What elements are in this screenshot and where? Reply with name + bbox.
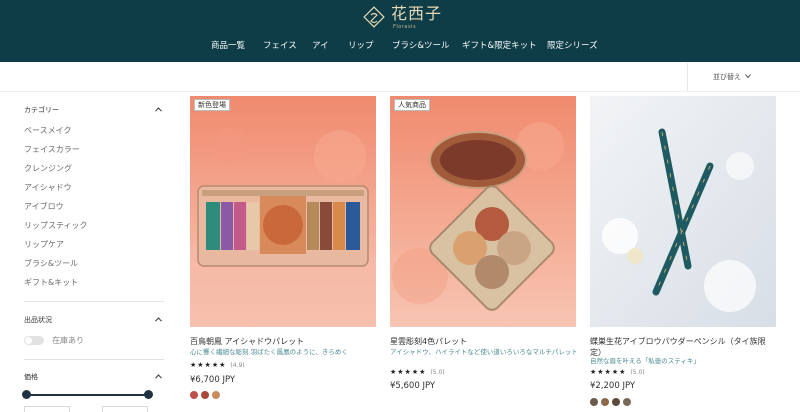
color-swatch[interactable] [601,398,609,406]
product-price: ¥5,600 JPY [390,381,436,391]
category-item-lip-care[interactable]: リップケア [24,240,64,250]
rating-value: (4.9) [230,362,245,369]
divider [0,91,800,92]
color-swatch[interactable] [590,398,598,406]
product-price: ¥2,200 JPY [590,381,636,391]
product-badge: 人気商品 [394,99,430,111]
nav-item-lip[interactable]: リップ [348,40,374,52]
nav-item-brush-tools[interactable]: ブラシ&ツール [392,40,449,52]
nav-item-gift-kits[interactable]: ギフト&限定キット [462,40,537,52]
in-stock-toggle[interactable] [24,336,44,345]
price-min-input[interactable] [24,406,70,412]
product-name[interactable]: 蝶巣生花アイブロウパウダーペンシル（タイ族限定） [590,336,776,358]
product-name[interactable]: 星雲彫刻4色パレット [390,336,576,347]
eyeshadow-palette-image [190,96,376,327]
nav-item-eye[interactable]: アイ [312,40,329,52]
product-rating: ★★★★★ (5.0) [590,368,645,376]
product-price: ¥6,700 JPY [190,375,236,385]
color-swatch[interactable] [201,391,209,399]
product-image[interactable] [590,96,776,327]
category-item-face-color[interactable]: フェイスカラー [24,145,80,155]
product-rating: ★★★★★ (4.9) [190,361,245,369]
sort-dropdown[interactable]: 並び替え [687,63,800,91]
category-item-gift-kits[interactable]: ギフト&キット [24,278,78,288]
divider [24,301,164,302]
nav-item-all-products[interactable]: 商品一覧 [211,40,245,52]
chevron-up-icon[interactable] [155,374,162,379]
category-item-lipstick[interactable]: リップスティック [24,221,88,231]
chevron-up-icon[interactable] [155,317,162,322]
category-item-brush-tools[interactable]: ブラシ&ツール [24,259,78,269]
main-nav: 商品一覧 フェイス アイ リップ ブラシ&ツール ギフト&限定キット 限定シリー… [0,40,800,54]
compact-palette-image [390,96,576,327]
price-min-handle[interactable] [22,390,31,399]
chevron-down-icon [745,74,751,79]
brand-logo[interactable]: 花西子 Florasis [363,4,443,32]
category-filter-title[interactable]: カテゴリー [24,105,59,115]
product-badge: 新色登場 [194,99,230,111]
category-item-cleansing[interactable]: クレンジング [24,164,72,174]
rating-value: (5.0) [630,369,645,376]
color-swatch[interactable] [212,391,220,399]
product-image[interactable]: 人気商品 [390,96,576,327]
price-filter-title[interactable]: 価格 [24,372,38,382]
product-description: アイシャドウ、ハイライトなど使い道いろいろなマルチパレット [390,348,576,356]
product-rating: ★★★★★ (5.0) [390,368,445,376]
brand-sub: Florasis [393,24,417,30]
toggle-knob [25,337,32,344]
product-description: 心に響く繊細な彫刻 羽ばたく鳳凰のように、きらめく [190,348,348,356]
sort-label: 並び替え [713,73,741,81]
divider [24,359,164,360]
product-name[interactable]: 百鳥朝鳳 アイシャドウパレット [190,336,376,347]
color-swatch[interactable] [612,398,620,406]
logo-mark-icon [363,6,385,28]
rating-stars: ★★★★★ [190,361,227,369]
rating-stars: ★★★★★ [590,368,627,376]
color-swatch[interactable] [190,391,198,399]
stock-filter-title[interactable]: 出品状況 [24,315,52,325]
price-max-input[interactable] [102,406,148,412]
site-header: 花西子 Florasis 商品一覧 フェイス アイ リップ ブラシ&ツール ギフ… [0,0,800,62]
category-item-eyeshadow[interactable]: アイシャドウ [24,183,72,193]
eyebrow-pencil-image [590,96,776,327]
chevron-up-icon[interactable] [155,107,162,112]
rating-value: (5.0) [430,369,445,376]
category-item-base-makeup[interactable]: ベースメイク [24,126,71,136]
product-card[interactable]: 新色登場 百鳥朝鳳 アイシャドウパレット 心に響く繊細な彫刻 羽ばたく鳳凰のよう… [190,96,376,412]
category-item-eyebrow[interactable]: アイブロウ [24,202,64,212]
in-stock-label: 在庫あり [52,336,84,345]
product-card[interactable]: 人気商品 星雲彫刻4色パレット アイシャドウ、ハイライトなど使い道いろいろなマル… [390,96,576,412]
brand-name: 花西子 [391,4,443,23]
product-description: 自然な眉を叶える「私壺のスティキ」 [590,357,700,365]
product-card[interactable]: 蝶巣生花アイブロウパウダーペンシル（タイ族限定） 自然な眉を叶える「私壺のスティ… [590,96,776,412]
price-max-handle[interactable] [144,390,153,399]
price-range-track [26,394,150,396]
color-swatch[interactable] [623,398,631,406]
rating-stars: ★★★★★ [390,368,427,376]
filter-sidebar: カテゴリー ベースメイク フェイスカラー クレンジング アイシャドウ アイブロウ… [22,100,164,412]
nav-item-limited-series[interactable]: 限定シリーズ [547,40,598,52]
nav-item-face[interactable]: フェイス [263,40,297,52]
product-image[interactable]: 新色登場 [190,96,376,327]
